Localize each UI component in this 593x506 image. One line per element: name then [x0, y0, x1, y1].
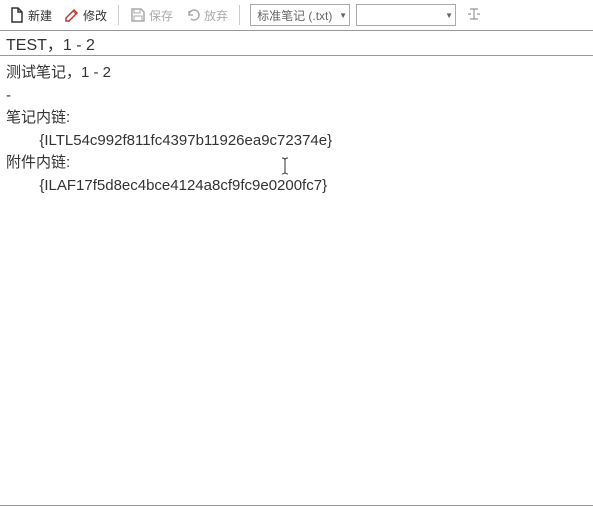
content-line: {ILAF17f5d8ec4bce4124a8cf9fc9e0200fc7} — [6, 175, 587, 198]
content-line: 笔记内链: — [6, 107, 587, 130]
text-cursor-icon — [466, 6, 482, 25]
title-bar: TEST，1 - 2 — [0, 30, 593, 56]
separator — [118, 5, 119, 25]
discard-button-label: 放弃 — [204, 7, 228, 24]
save-button-label: 保存 — [149, 7, 173, 24]
edit-button-label: 修改 — [83, 7, 107, 24]
separator — [239, 5, 240, 25]
save-icon — [130, 7, 146, 23]
toolbar: 新建 修改 保存 放弃 标准笔记 (. — [0, 0, 593, 30]
new-button-label: 新建 — [28, 7, 52, 24]
new-button[interactable]: 新建 — [4, 5, 57, 26]
document-title: TEST，1 - 2 — [6, 31, 95, 55]
format-dropdown-value: 标准笔记 (.txt) — [257, 7, 332, 24]
content-line: 附件内链: — [6, 152, 587, 175]
undo-icon — [185, 7, 201, 23]
new-file-icon — [9, 7, 25, 23]
discard-button[interactable]: 放弃 — [180, 5, 233, 26]
content-line: - — [6, 85, 587, 108]
content-area[interactable]: 测试笔记，1 - 2 - 笔记内链: {ILTL54c992f811fc4397… — [0, 56, 593, 506]
chevron-down-icon: ▼ — [339, 11, 347, 20]
text-cursor-icon — [280, 156, 290, 184]
content-line: 测试笔记，1 - 2 — [6, 62, 587, 85]
edit-icon — [64, 7, 80, 23]
content-line: {ILTL54c992f811fc4397b11926ea9c72374e} — [6, 130, 587, 153]
edit-button[interactable]: 修改 — [59, 5, 112, 26]
insert-cursor-button[interactable] — [462, 4, 486, 27]
second-dropdown[interactable]: ▼ — [356, 4, 456, 26]
format-dropdown[interactable]: 标准笔记 (.txt) ▼ — [250, 4, 350, 26]
save-button[interactable]: 保存 — [125, 5, 178, 26]
chevron-down-icon: ▼ — [445, 11, 453, 20]
